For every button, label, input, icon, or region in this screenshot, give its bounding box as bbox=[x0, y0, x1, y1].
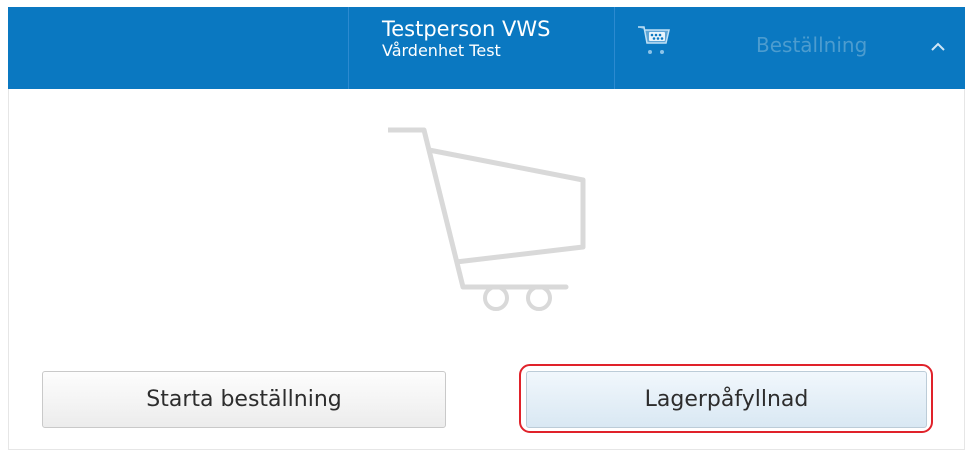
order-panel: Starta beställning Lagerpåfyllnad bbox=[8, 89, 965, 450]
user-name: Testperson VWS bbox=[382, 17, 551, 41]
cart-icon[interactable] bbox=[636, 21, 672, 63]
empty-cart-icon bbox=[385, 122, 598, 322]
top-bar: Testperson VWS Vårdenhet Test Beställnin… bbox=[8, 7, 965, 89]
restock-button[interactable]: Lagerpåfyllnad bbox=[526, 371, 927, 428]
user-info[interactable]: Testperson VWS Vårdenhet Test bbox=[382, 17, 550, 61]
header-divider bbox=[348, 7, 349, 89]
chevron-up-icon[interactable] bbox=[928, 37, 948, 57]
header-divider bbox=[614, 7, 615, 89]
start-order-button[interactable]: Starta beställning bbox=[42, 371, 446, 428]
order-menu-label[interactable]: Beställning bbox=[756, 33, 867, 57]
care-unit: Vårdenhet Test bbox=[382, 41, 501, 60]
